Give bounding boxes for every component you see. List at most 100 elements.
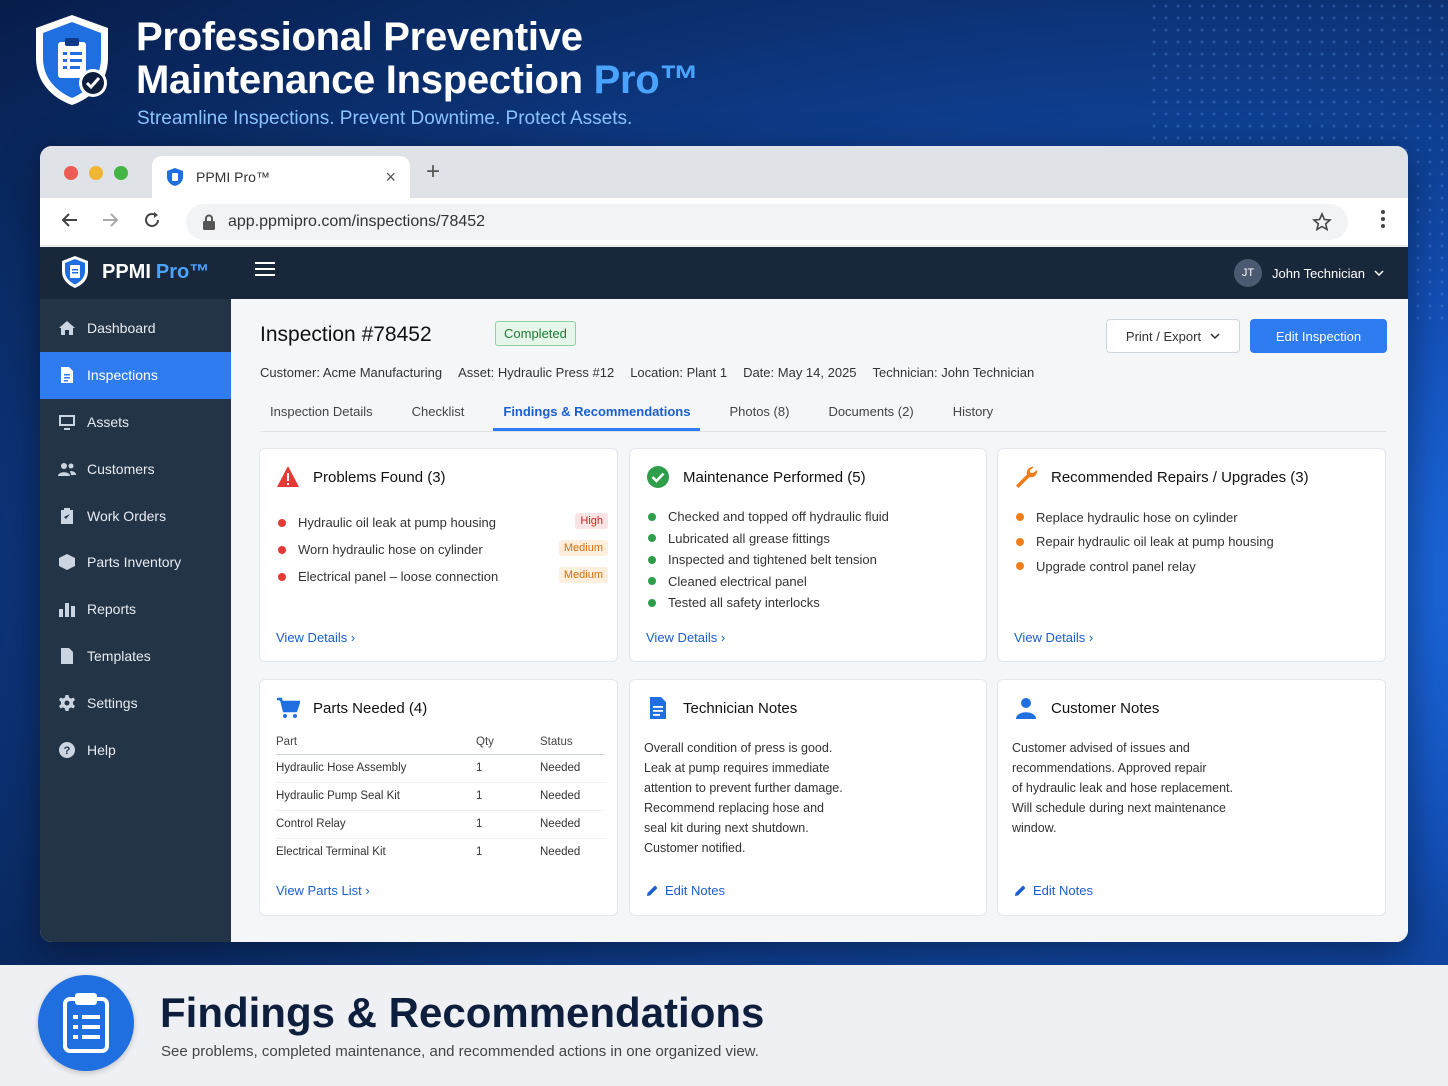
list-item: Upgrade control panel relay [1016,554,1274,579]
new-tab-button[interactable]: + [426,158,440,186]
sidebar-item-templates[interactable]: Templates [40,633,231,680]
sidebar-item-inspections[interactable]: Inspections [40,351,231,399]
maintenance-card: Maintenance Performed (5) Checked and to… [629,448,987,662]
customer-notes-header: Customer Notes [1014,696,1159,720]
maximize-window-button[interactable] [114,166,128,180]
sidebar-item-customers[interactable]: Customers [40,445,231,492]
browser-tab-bar: PPMI Pro™ × + [40,146,1408,198]
tab-close-icon[interactable]: × [385,167,396,188]
column-header: Part [276,730,476,755]
close-window-button[interactable] [64,166,78,180]
gear-icon [59,694,75,711]
sidebar-item-parts-inventory[interactable]: Parts Inventory [40,539,231,586]
meta-date: Date: May 14, 2025 [743,365,857,380]
address-bar-row: app.ppmipro.com/inspections/78452 [40,198,1408,246]
banner-subtitle: See problems, completed maintenance, and… [161,1043,759,1060]
tab-favicon-icon [167,168,183,186]
tab-history[interactable]: History [943,397,1003,431]
svg-text:?: ? [64,745,71,757]
sidebar-item-dashboard[interactable]: Dashboard [40,305,231,352]
repairs-view-details-link[interactable]: View Details › [1014,630,1093,645]
list-item: Checked and topped off hydraulic fluid [648,506,889,528]
repairs-card: Recommended Repairs / Upgrades (3) Repla… [997,448,1386,662]
pencil-icon [647,885,658,896]
bookmark-star-icon[interactable] [1312,212,1332,232]
notes-document-icon [650,697,666,719]
forward-arrow-icon[interactable] [100,210,120,230]
table-row: Electrical Terminal Kit 1 Needed [276,846,581,859]
hero-subtitle: Streamline Inspections. Prevent Downtime… [137,108,633,129]
list-item: Tested all safety interlocks [648,592,889,614]
clipboard-check-icon [61,507,73,524]
user-icon [1016,698,1036,719]
users-icon [58,462,76,476]
shield-clipboard-logo-icon [36,15,108,105]
sidebar-item-work-orders[interactable]: Work Orders [40,492,231,539]
print-export-button[interactable]: Print / Export [1106,319,1240,353]
help-icon: ? [59,741,75,758]
minimize-window-button[interactable] [89,166,103,180]
column-header: Status [540,730,605,755]
reload-icon[interactable] [142,210,162,230]
severity-badge: High [575,513,608,529]
browser-menu-icon[interactable] [1380,208,1386,230]
meta-technician: Technician: John Technician [872,365,1035,380]
chevron-down-icon [1210,333,1220,339]
bar-chart-icon [59,603,75,618]
meta-location: Location: Plant 1 [630,365,728,380]
maintenance-header: Maintenance Performed (5) [646,465,866,489]
sidebar-item-assets[interactable]: Assets [40,399,231,446]
tab-inspection-details[interactable]: Inspection Details [260,397,383,431]
edit-customer-notes-link[interactable]: Edit Notes [1014,883,1093,898]
table-row: Hydraulic Pump Seal Kit 1 Needed [276,782,605,811]
app-brand[interactable]: PPMI Pro™ [60,255,209,289]
repairs-header: Recommended Repairs / Upgrades (3) [1014,465,1309,489]
tab-photos[interactable]: Photos (8) [719,397,799,431]
monitor-icon [59,414,75,430]
technician-notes-text: Overall condition of press is good. Leak … [644,741,843,855]
severity-badge: Medium [558,567,608,583]
user-menu[interactable]: JT John Technician [1234,259,1384,287]
tab-checklist[interactable]: Checklist [402,397,475,431]
document-icon [61,367,73,384]
sidebar-item-settings[interactable]: Settings [40,679,231,726]
parts-card: Parts Needed (4) Part Qty Status Hydraul… [259,679,618,916]
tab-findings-recommendations[interactable]: Findings & Recommendations [493,397,701,431]
customer-notes-text: Customer advised of issues and recommenda… [1012,741,1233,835]
hamburger-menu-icon[interactable] [255,260,275,278]
parts-table: Part Qty Status Hydraulic Hose Assembly 1… [276,730,605,866]
url-bar[interactable]: app.ppmipro.com/inspections/78452 [186,204,1348,240]
check-circle-icon [647,466,669,488]
list-item: Electrical panel – loose connection Mediu… [278,563,608,590]
status-badge: Completed [495,321,576,346]
list-item: Lubricated all grease fittings [648,528,889,550]
warning-triangle-icon [277,466,299,487]
maintenance-view-details-link[interactable]: View Details › [646,630,725,645]
user-name: John Technician [1272,265,1365,281]
browser-tab[interactable]: PPMI Pro™ × [152,156,410,198]
sidebar-item-reports[interactable]: Reports [40,586,231,633]
meta-customer: Customer: Acme Manufacturing [260,365,443,380]
url-text[interactable]: app.ppmipro.com/inspections/78452 [228,213,485,231]
edit-technician-notes-link[interactable]: Edit Notes [646,883,725,898]
banner-title: Findings & Recommendations [160,989,765,1036]
tab-documents[interactable]: Documents (2) [818,397,923,431]
sidebar: Dashboard Inspections Assets Customers W… [40,299,231,942]
list-item: Cleaned electrical panel [648,571,889,593]
sidebar-item-help[interactable]: ? Help [40,726,231,773]
pencil-icon [1015,885,1026,896]
back-arrow-icon[interactable] [60,210,80,230]
edit-inspection-button[interactable]: Edit Inspection [1250,319,1387,353]
problems-view-details-link[interactable]: View Details › [276,630,355,645]
table-row: Control Relay 1 Needed [276,810,605,839]
list-item: Hydraulic oil leak at pump housing High [278,509,608,536]
column-header: Qty [476,730,540,755]
chevron-down-icon [1374,270,1384,276]
problems-card: Problems Found (3) Hydraulic oil leak at… [259,448,618,662]
hero-title: Professional Preventive Maintenance Insp… [136,15,700,102]
browser-window: PPMI Pro™ × + app.ppmipro.com/inspection… [40,146,1408,942]
view-parts-list-link[interactable]: View Parts List › [276,883,370,898]
customer-notes-card: Customer Notes Customer advised of issue… [997,679,1386,916]
list-item: Worn hydraulic hose on cylinder Medium [278,536,608,563]
banner-clipboard-icon [38,975,134,1071]
